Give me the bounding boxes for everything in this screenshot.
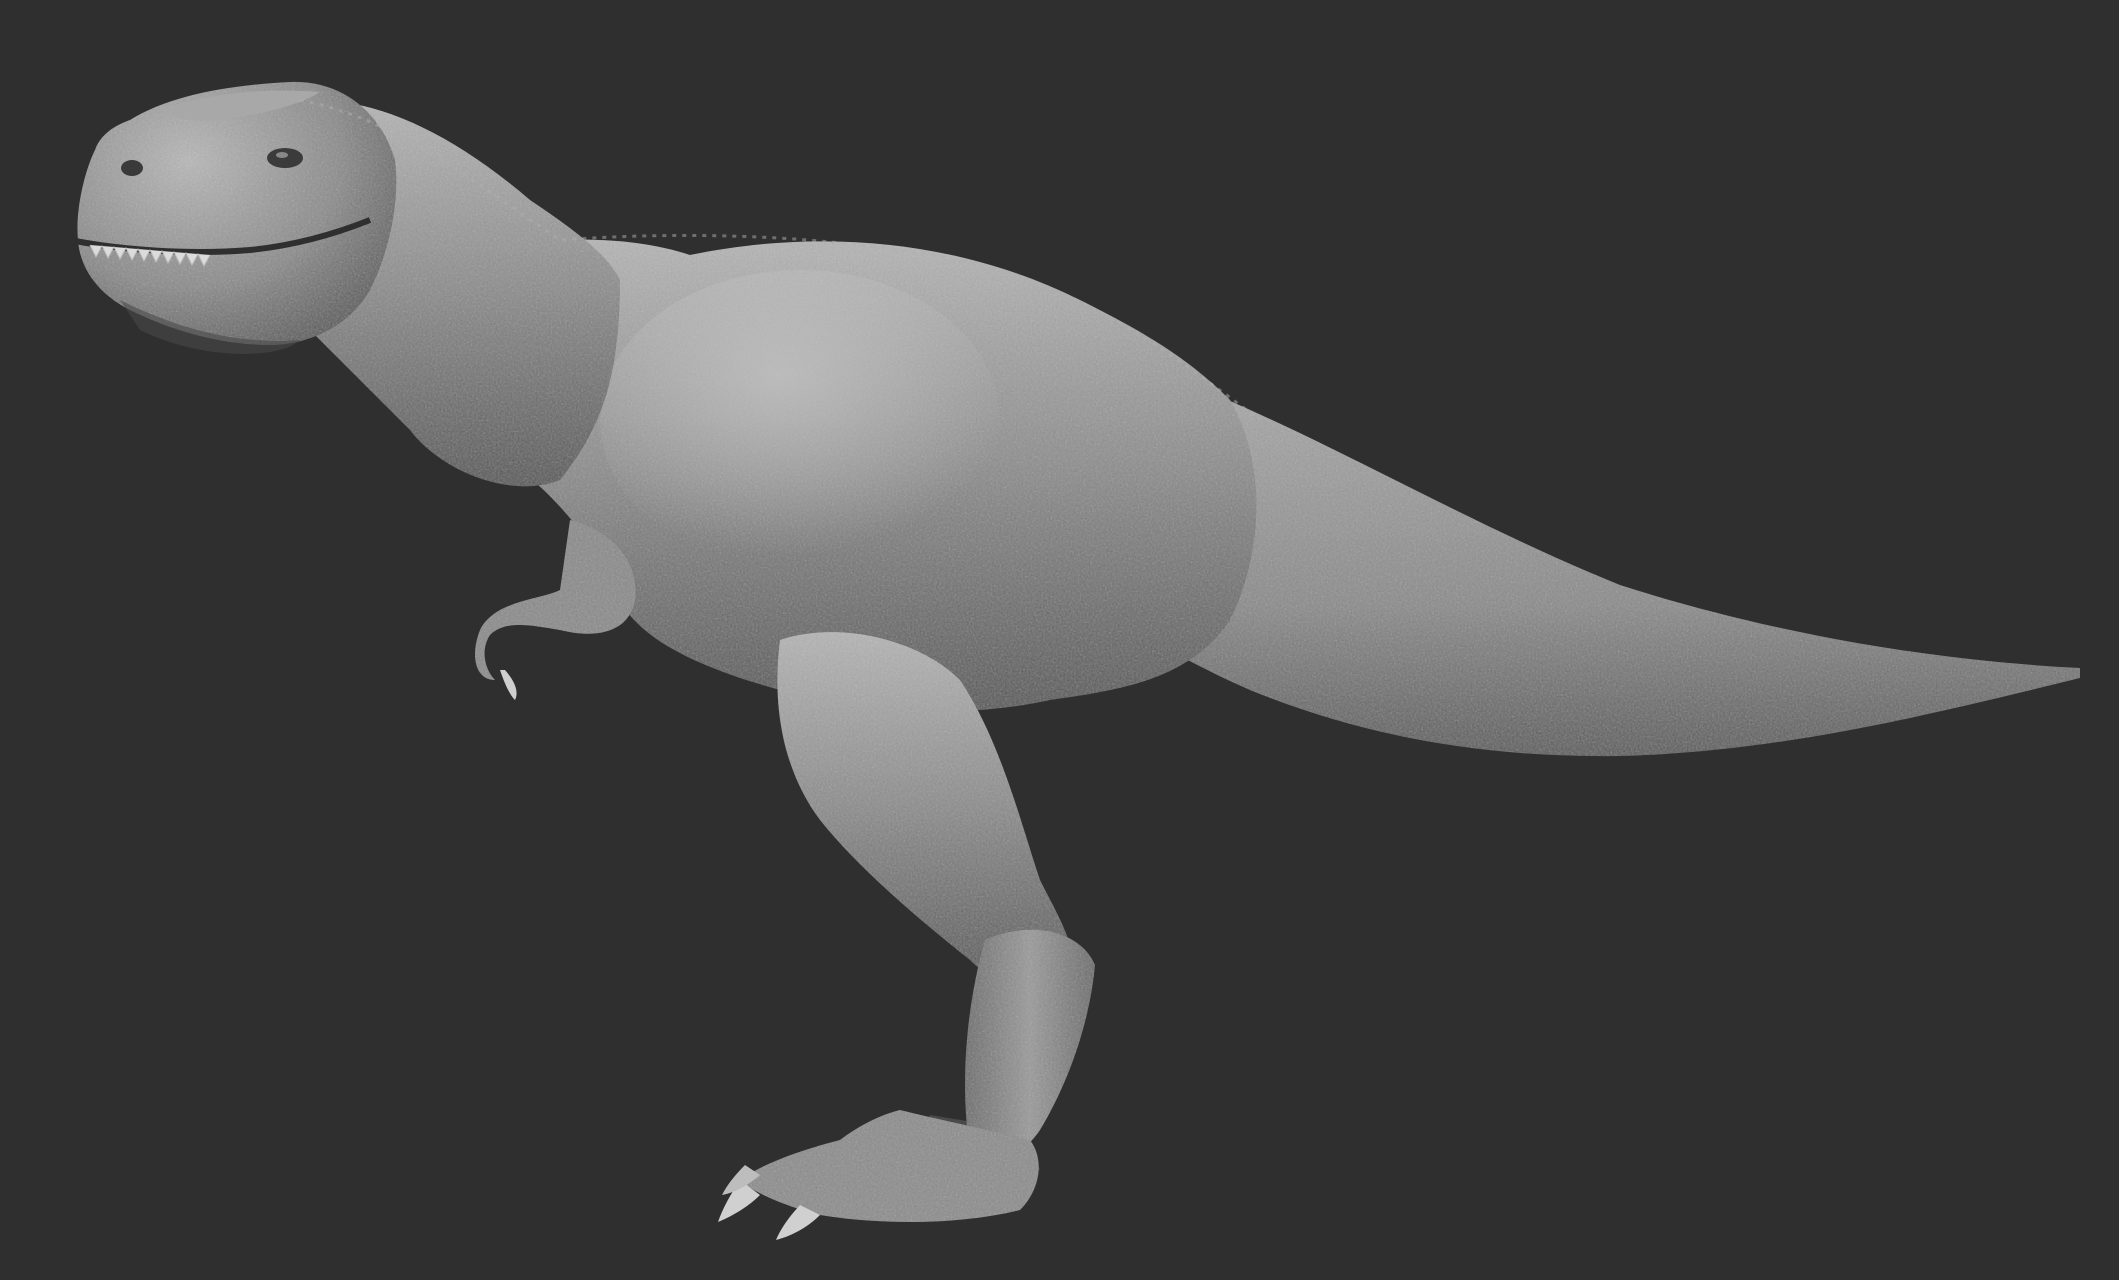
eye [267,148,303,168]
hand-claw [500,670,517,700]
tail [1150,380,2080,757]
arm [475,520,636,680]
nostril [121,160,143,176]
sculpt-viewport[interactable] [0,0,2119,1280]
shin [965,929,1095,1159]
t-rex-sculpt-render [69,81,2080,1240]
